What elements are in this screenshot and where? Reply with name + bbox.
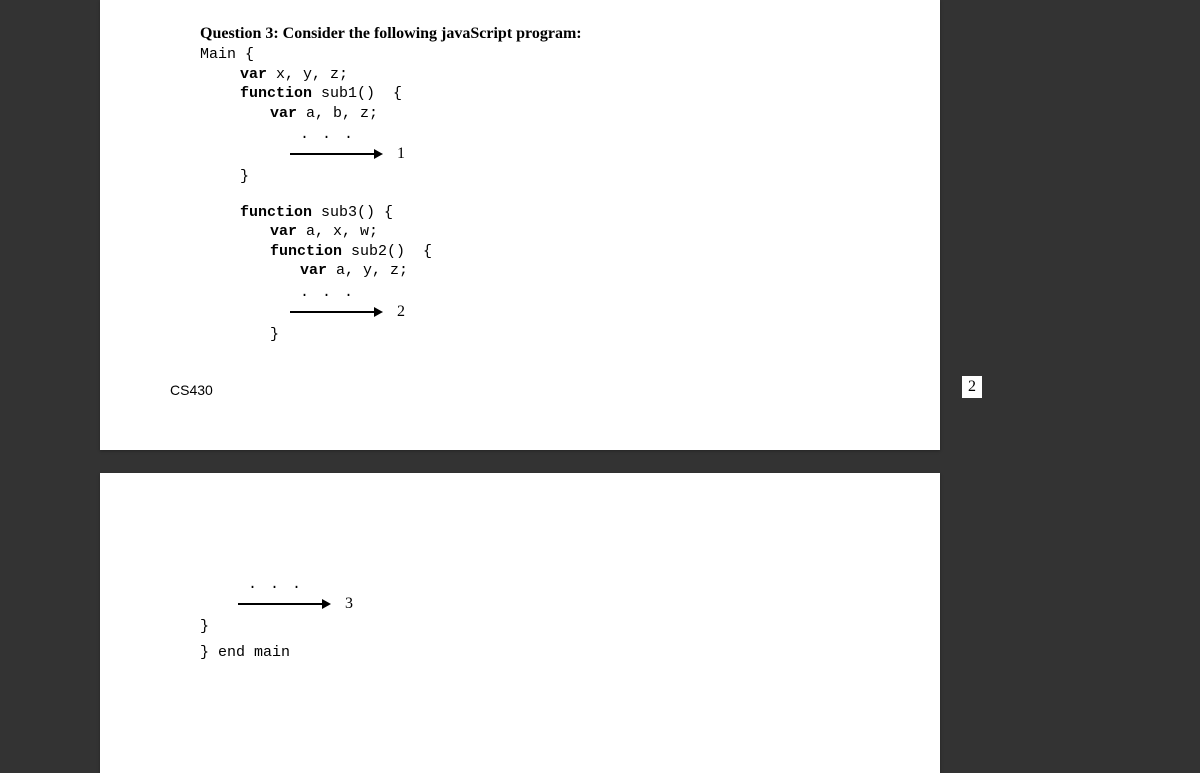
keyword-var: var xyxy=(270,105,297,122)
code-line: var a, b, z; xyxy=(270,104,910,124)
code-text: a, b, z; xyxy=(297,105,378,122)
arrow-row: 3 xyxy=(248,595,353,613)
keyword-function: function xyxy=(270,243,342,260)
code-block-page-1: Main { var x, y, z; function sub1() { va… xyxy=(200,45,910,345)
document-page-1: Question 3: Consider the following javaS… xyxy=(100,0,940,450)
ellipsis-dots: . . . xyxy=(300,284,355,301)
code-text: sub1() { xyxy=(312,85,402,102)
code-text: a, x, w; xyxy=(297,223,378,240)
arrow-label: 3 xyxy=(345,595,353,613)
arrow-label: 1 xyxy=(397,145,405,163)
arrow-line xyxy=(290,153,375,155)
spacer xyxy=(200,187,910,203)
code-line: function sub1() { xyxy=(240,84,910,104)
arrow-1: . . . 1 xyxy=(300,127,910,163)
code-line: } xyxy=(240,167,910,187)
keyword-function: function xyxy=(240,204,312,221)
keyword-var: var xyxy=(270,223,297,240)
arrow-3: . . . 3 xyxy=(248,577,910,613)
code-line: } xyxy=(270,325,910,345)
arrow-row: 2 xyxy=(300,303,405,321)
arrow-row: 1 xyxy=(300,145,405,163)
arrow-2: . . . 2 xyxy=(300,285,910,321)
code-line: var a, y, z; xyxy=(300,261,910,281)
arrow-line xyxy=(290,311,375,313)
ellipsis-dots: . . . xyxy=(248,576,303,593)
course-code-footer: CS430 xyxy=(170,382,213,398)
code-text: x, y, z; xyxy=(267,66,348,83)
keyword-function: function xyxy=(240,85,312,102)
code-text: a, y, z; xyxy=(327,262,408,279)
margin-page-number: 2 xyxy=(962,376,982,398)
arrow-head-icon xyxy=(374,307,383,317)
arrow-label: 2 xyxy=(397,303,405,321)
code-text: sub3() { xyxy=(312,204,393,221)
keyword-var: var xyxy=(300,262,327,279)
code-line: } end main xyxy=(200,643,910,663)
code-line: } xyxy=(200,617,910,637)
code-line: function sub2() { xyxy=(270,242,910,262)
code-line: function sub3() { xyxy=(240,203,910,223)
code-line: var x, y, z; xyxy=(240,65,910,85)
document-page-2: . . . 3 } } end main xyxy=(100,473,940,773)
code-block-page-2: . . . 3 } } end main xyxy=(200,577,910,662)
arrow-head-icon xyxy=(374,149,383,159)
keyword-var: var xyxy=(240,66,267,83)
ellipsis-dots: . . . xyxy=(300,126,355,143)
question-title: Question 3: Consider the following javaS… xyxy=(200,25,910,43)
arrow-line xyxy=(238,603,323,605)
code-line: Main { xyxy=(200,45,910,65)
code-line: var a, x, w; xyxy=(270,222,910,242)
arrow-head-icon xyxy=(322,599,331,609)
code-text: sub2() { xyxy=(342,243,432,260)
